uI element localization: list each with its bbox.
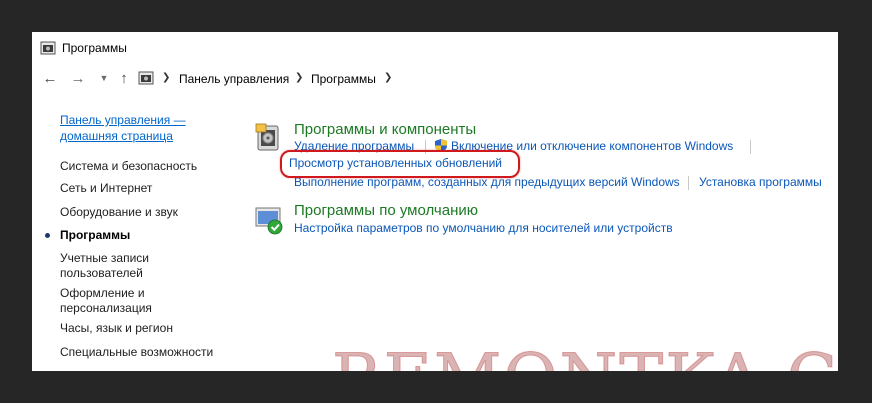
sidebar-home-link[interactable]: Панель управления — — [60, 112, 186, 128]
default-programs-icon[interactable] — [254, 205, 284, 235]
up-button[interactable]: ↑ — [114, 68, 134, 88]
control-panel-icon — [40, 41, 56, 55]
sidebar-item-security[interactable]: Система и безопасность — [60, 158, 197, 174]
chevron-down-icon: ▼ — [99, 73, 109, 83]
arrow-right-icon: → — [70, 69, 86, 87]
control-panel-icon — [138, 71, 154, 85]
chevron-right-icon[interactable]: ❯ — [162, 72, 170, 83]
sidebar-item-appearance[interactable]: Оформление и — [60, 285, 145, 301]
chevron-right-icon[interactable]: ❯ — [295, 72, 303, 83]
back-button[interactable]: ← — [40, 68, 60, 88]
sidebar-item-accounts[interactable]: Учетные записи — [60, 250, 149, 266]
address-bar-row: ← → ▼ ↑ ❯ Панель управления ❯ Программы … — [32, 66, 838, 90]
link-separator — [688, 176, 689, 190]
sidebar-item-hardware[interactable]: Оборудование и звук — [60, 204, 178, 220]
window-title: Программы — [62, 41, 127, 55]
title-bar: Программы — [32, 32, 838, 64]
sidebar-home-link[interactable]: домашняя страница — [60, 128, 173, 144]
default-programs-title[interactable]: Программы по умолчанию — [294, 202, 478, 219]
control-panel-window: Программы ← → ▼ ↑ ❯ Панель управления ❯ … — [32, 32, 838, 371]
sidebar-item-accounts[interactable]: пользователей — [60, 265, 143, 281]
sidebar-item-appearance[interactable]: персонализация — [60, 300, 152, 316]
forward-button[interactable]: → — [68, 68, 88, 88]
highlight-annotation — [280, 150, 520, 178]
chevron-right-icon[interactable]: ❯ — [384, 72, 392, 83]
breadcrumb-programs[interactable]: Программы — [311, 72, 376, 86]
arrow-up-icon: ↑ — [120, 69, 128, 87]
sidebar-item-accessibility[interactable]: Специальные возможности — [60, 344, 213, 360]
link-separator — [750, 140, 751, 154]
programs-features-icon[interactable] — [254, 122, 284, 152]
media-defaults-link[interactable]: Настройка параметров по умолчанию для но… — [294, 221, 673, 235]
sidebar-item-clock-region[interactable]: Часы, язык и регион — [60, 320, 173, 336]
recent-locations-button[interactable]: ▼ — [94, 68, 114, 88]
watermark-text: REMONTKA.COM — [332, 340, 838, 372]
arrow-left-icon: ← — [42, 69, 58, 87]
install-program-link[interactable]: Установка программы — [699, 175, 822, 189]
programs-features-title[interactable]: Программы и компоненты — [294, 121, 476, 138]
current-item-bullet — [45, 233, 50, 238]
sidebar-item-programs: Программы — [60, 228, 131, 242]
sidebar-item-network[interactable]: Сеть и Интернет — [60, 180, 152, 196]
breadcrumb-control-panel[interactable]: Панель управления — [179, 72, 289, 86]
